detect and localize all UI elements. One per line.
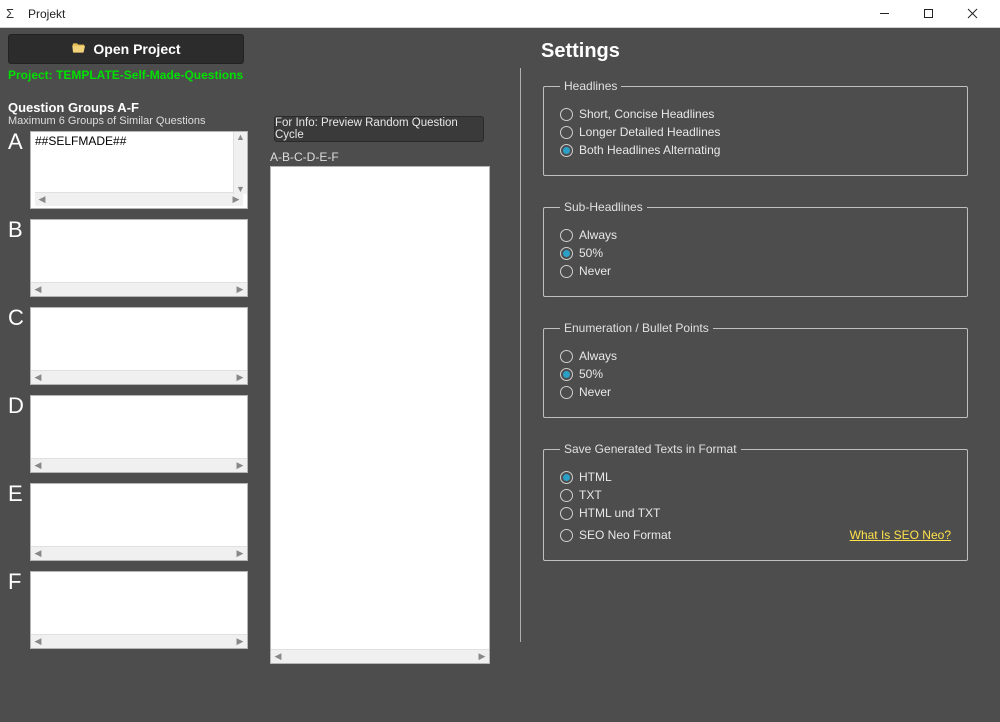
project-path: Project: TEMPLATE-Self-Made-Questions <box>8 68 512 82</box>
radio-label: SEO Neo Format <box>579 528 671 542</box>
radio-label: Longer Detailed Headlines <box>579 125 720 139</box>
radio-label: Never <box>579 385 611 399</box>
enumeration-legend: Enumeration / Bullet Points <box>560 321 713 335</box>
window-minimize-button[interactable] <box>862 0 906 28</box>
settings-title: Settings <box>541 40 970 63</box>
group-letter: F <box>8 571 30 593</box>
horizontal-scrollbar[interactable]: ◀▶ <box>31 546 247 560</box>
radio-label: HTML <box>579 470 612 484</box>
group-text: ##SELFMADE## <box>35 134 243 192</box>
enumeration-option-never[interactable]: Never <box>560 385 951 399</box>
headlines-option-short[interactable]: Short, Concise Headlines <box>560 107 951 121</box>
save-format-option-html[interactable]: HTML <box>560 470 951 484</box>
group-textarea-c[interactable]: ◀▶ <box>30 307 248 385</box>
radio-icon <box>560 144 573 157</box>
radio-label: HTML und TXT <box>579 506 660 520</box>
horizontal-scrollbar[interactable]: ◀▶ <box>271 649 489 663</box>
titlebar: Σ Projekt <box>0 0 1000 28</box>
radio-label: Always <box>579 228 617 242</box>
svg-text:Σ: Σ <box>6 6 14 21</box>
radio-icon <box>560 368 573 381</box>
app-icon: Σ <box>6 6 22 22</box>
vertical-scrollbar[interactable]: ▲▼ <box>233 132 247 194</box>
preview-textarea[interactable]: ◀▶ <box>270 166 490 664</box>
save-format-legend: Save Generated Texts in Format <box>560 442 741 456</box>
group-textarea-e[interactable]: ◀▶ <box>30 483 248 561</box>
radio-icon <box>560 229 573 242</box>
headlines-option-long[interactable]: Longer Detailed Headlines <box>560 125 951 139</box>
enumeration-group: Enumeration / Bullet Points Always 50% N… <box>543 321 968 418</box>
headlines-group: Headlines Short, Concise Headlines Longe… <box>543 79 968 176</box>
save-format-option-html-txt[interactable]: HTML und TXT <box>560 506 951 520</box>
horizontal-scrollbar[interactable]: ◀▶ <box>31 458 247 472</box>
group-letter: A <box>8 131 30 153</box>
radio-icon <box>560 507 573 520</box>
window-title: Projekt <box>28 7 65 21</box>
group-textarea-b[interactable]: ◀▶ <box>30 219 248 297</box>
radio-icon <box>560 529 573 542</box>
radio-label: Never <box>579 264 611 278</box>
radio-icon <box>560 386 573 399</box>
headlines-legend: Headlines <box>560 79 621 93</box>
radio-icon <box>560 489 573 502</box>
preview-random-cycle-button[interactable]: For Info: Preview Random Question Cycle <box>274 116 484 142</box>
radio-label: TXT <box>579 488 602 502</box>
enumeration-option-always[interactable]: Always <box>560 349 951 363</box>
group-textarea-d[interactable]: ◀▶ <box>30 395 248 473</box>
subheadlines-group: Sub-Headlines Always 50% Never <box>543 200 968 297</box>
right-pane: Settings Headlines Short, Concise Headli… <box>521 28 1000 722</box>
preview-sequence-label: A-B-C-D-E-F <box>270 150 492 164</box>
radio-label: Always <box>579 349 617 363</box>
horizontal-scrollbar[interactable]: ◀▶ <box>31 370 247 384</box>
enumeration-option-50[interactable]: 50% <box>560 367 951 381</box>
group-letter: B <box>8 219 30 241</box>
horizontal-scrollbar[interactable]: ◀▶ <box>31 634 247 648</box>
radio-icon <box>560 471 573 484</box>
groups-title: Question Groups A-F <box>8 100 512 115</box>
seo-neo-info-link[interactable]: What Is SEO Neo? <box>850 528 951 542</box>
save-format-group: Save Generated Texts in Format HTML TXT … <box>543 442 968 561</box>
save-format-option-txt[interactable]: TXT <box>560 488 951 502</box>
folder-open-icon <box>71 40 87 59</box>
radio-label: Short, Concise Headlines <box>579 107 714 121</box>
subheadlines-legend: Sub-Headlines <box>560 200 647 214</box>
window-maximize-button[interactable] <box>906 0 950 28</box>
horizontal-scrollbar[interactable]: ◀▶ <box>31 282 247 296</box>
horizontal-scrollbar[interactable]: ◀▶ <box>35 192 243 206</box>
radio-icon <box>560 126 573 139</box>
radio-icon <box>560 108 573 121</box>
subheadlines-option-never[interactable]: Never <box>560 264 951 278</box>
open-project-label: Open Project <box>93 41 180 57</box>
open-project-button[interactable]: Open Project <box>8 34 244 64</box>
headlines-option-both[interactable]: Both Headlines Alternating <box>560 143 951 157</box>
radio-label: 50% <box>579 367 603 381</box>
radio-icon <box>560 350 573 363</box>
left-pane: Open Project Project: TEMPLATE-Self-Made… <box>0 28 520 722</box>
preview-button-label: For Info: Preview Random Question Cycle <box>275 117 483 141</box>
save-format-option-seo-neo[interactable]: SEO Neo Format <box>560 528 671 542</box>
radio-icon <box>560 265 573 278</box>
group-textarea-a[interactable]: ##SELFMADE## ▲▼ ◀▶ <box>30 131 248 209</box>
group-letter: D <box>8 395 30 417</box>
group-letter: C <box>8 307 30 329</box>
radio-label: Both Headlines Alternating <box>579 143 720 157</box>
subheadlines-option-50[interactable]: 50% <box>560 246 951 260</box>
window-close-button[interactable] <box>950 0 994 28</box>
subheadlines-option-always[interactable]: Always <box>560 228 951 242</box>
radio-label: 50% <box>579 246 603 260</box>
group-letter: E <box>8 483 30 505</box>
radio-icon <box>560 247 573 260</box>
preview-column: For Info: Preview Random Question Cycle … <box>270 116 492 664</box>
group-textarea-f[interactable]: ◀▶ <box>30 571 248 649</box>
